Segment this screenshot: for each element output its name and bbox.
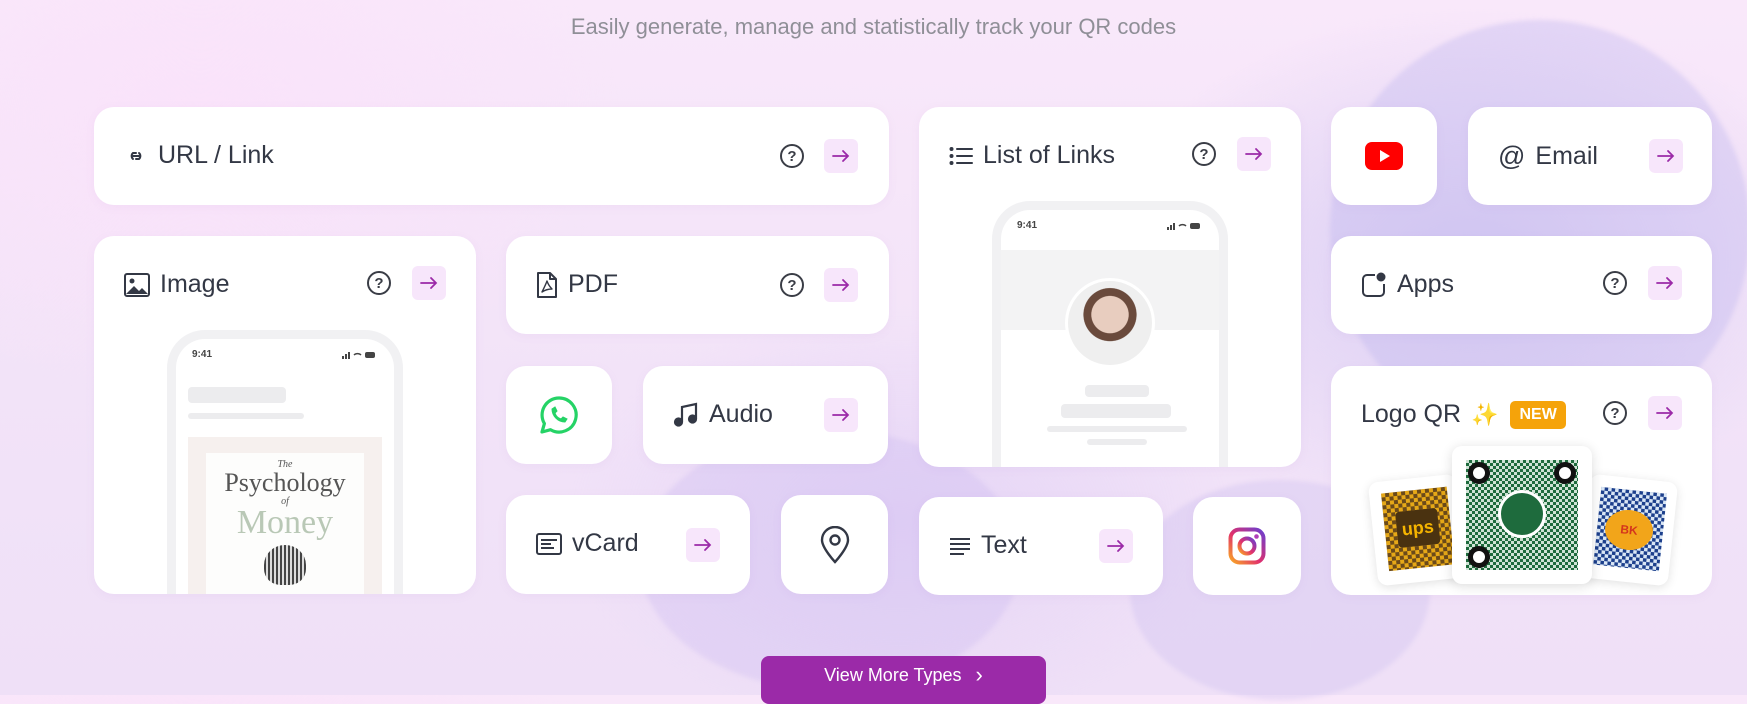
- book-title-line: Psychology: [224, 468, 346, 497]
- instagram-icon: [1228, 527, 1266, 565]
- arrow-right-icon: [1656, 277, 1674, 289]
- placeholder-line: [188, 387, 286, 403]
- apps-card[interactable]: Apps ?: [1331, 236, 1712, 334]
- list-of-links-label: List of Links: [983, 141, 1116, 169]
- list-of-links-card[interactable]: List of Links ? 9:41: [919, 107, 1301, 467]
- arrow-right-icon: [1245, 148, 1263, 160]
- text-label: Text: [981, 531, 1027, 559]
- audio-card[interactable]: Audio: [643, 366, 888, 464]
- arrow-right-icon: [832, 279, 850, 291]
- text-card[interactable]: Text: [919, 497, 1163, 595]
- apps-label: Apps: [1397, 270, 1454, 298]
- image-icon: [124, 272, 150, 297]
- logo-qr-label: Logo QR: [1361, 400, 1462, 428]
- whatsapp-icon: [540, 396, 578, 434]
- avatar: [1065, 278, 1155, 368]
- youtube-icon: [1365, 142, 1403, 170]
- logo-qr-card[interactable]: Logo QR ✨ NEW ? ups BK: [1331, 366, 1712, 595]
- chevron-right-icon: ›: [975, 662, 983, 687]
- phone-time: 9:41: [192, 349, 213, 360]
- placeholder-line: [1061, 404, 1171, 418]
- youtube-card[interactable]: [1331, 107, 1437, 205]
- arrow-right-icon: [420, 277, 438, 289]
- arrow-right-button[interactable]: [1648, 396, 1682, 430]
- page-tagline: Easily generate, manage and statisticall…: [570, 14, 1177, 39]
- vcard-icon: [536, 532, 562, 555]
- url-link-card[interactable]: URL / Link ?: [94, 107, 889, 205]
- list-icon: [949, 146, 973, 165]
- arrow-right-button[interactable]: [824, 268, 858, 302]
- arrow-right-icon: [1107, 540, 1125, 552]
- help-icon[interactable]: ?: [1603, 401, 1627, 425]
- ups-logo: ups: [1395, 507, 1441, 549]
- view-more-types-button[interactable]: View More Types ›: [761, 656, 1046, 704]
- phone-status-icons: [1167, 223, 1200, 230]
- arrow-right-button[interactable]: [1099, 529, 1133, 563]
- placeholder-line: [1087, 439, 1147, 445]
- audio-label: Audio: [709, 400, 773, 428]
- phone-time: 9:41: [1017, 220, 1038, 231]
- location-card[interactable]: [781, 495, 888, 594]
- qr-finder-pattern: [1554, 462, 1576, 484]
- image-label: Image: [160, 270, 230, 298]
- qr-finder-pattern: [1468, 546, 1490, 568]
- arrow-right-icon: [1656, 407, 1674, 419]
- help-icon[interactable]: ?: [1603, 271, 1627, 295]
- arrow-right-icon: [694, 539, 712, 551]
- book-title-line: Money: [236, 504, 334, 541]
- arrow-right-button[interactable]: [824, 139, 858, 173]
- phone-status-icons: [342, 352, 375, 359]
- view-more-types-label: View More Types: [824, 664, 962, 685]
- whatsapp-card[interactable]: [506, 366, 612, 464]
- help-icon[interactable]: ?: [780, 144, 804, 168]
- placeholder-line: [1085, 385, 1149, 397]
- arrow-right-icon: [1657, 150, 1675, 162]
- location-pin-icon: [820, 525, 849, 564]
- pdf-icon: [537, 271, 557, 298]
- qr-sample-burger-king: BK: [1579, 473, 1679, 587]
- email-label: Email: [1535, 142, 1598, 170]
- brain-illustration: [264, 545, 306, 585]
- image-card[interactable]: Image ? 9:41 The Psychology of Money: [94, 236, 476, 594]
- music-note-icon: [673, 402, 698, 427]
- arrow-right-button[interactable]: [1237, 137, 1271, 171]
- link-icon: [130, 151, 142, 160]
- arrow-right-button[interactable]: [686, 528, 720, 562]
- qr-sample-starbucks: [1452, 446, 1592, 584]
- url-link-label: URL / Link: [158, 141, 274, 169]
- arrow-right-icon: [832, 150, 850, 162]
- arrow-right-button[interactable]: [1648, 266, 1682, 300]
- text-lines-icon: [950, 537, 970, 555]
- help-icon[interactable]: ?: [1192, 142, 1216, 166]
- help-icon[interactable]: ?: [367, 271, 391, 295]
- arrow-right-icon: [832, 409, 850, 421]
- vcard-card[interactable]: vCard: [506, 495, 750, 594]
- phone-preview: 9:41 The Psychology of Money: [167, 330, 403, 594]
- pdf-card[interactable]: PDF ?: [506, 236, 889, 334]
- placeholder-line: [1047, 426, 1187, 432]
- new-badge: NEW: [1510, 400, 1566, 429]
- book-cover-image: The Psychology of Money: [188, 437, 382, 594]
- instagram-card[interactable]: [1193, 497, 1301, 595]
- placeholder-line: [188, 413, 304, 419]
- pdf-label: PDF: [568, 270, 618, 298]
- vcard-label: vCard: [572, 529, 639, 557]
- sparkle-icon: ✨: [1471, 401, 1499, 427]
- apps-icon: [1362, 272, 1386, 297]
- qr-finder-pattern: [1468, 462, 1490, 484]
- arrow-right-button[interactable]: [412, 266, 446, 300]
- at-sign-icon: @: [1498, 141, 1526, 171]
- starbucks-logo: [1498, 490, 1546, 538]
- arrow-right-button[interactable]: [1649, 139, 1683, 173]
- phone-preview: 9:41: [992, 201, 1228, 467]
- help-icon[interactable]: ?: [780, 273, 804, 297]
- arrow-right-button[interactable]: [824, 398, 858, 432]
- email-card[interactable]: @ Email: [1468, 107, 1712, 205]
